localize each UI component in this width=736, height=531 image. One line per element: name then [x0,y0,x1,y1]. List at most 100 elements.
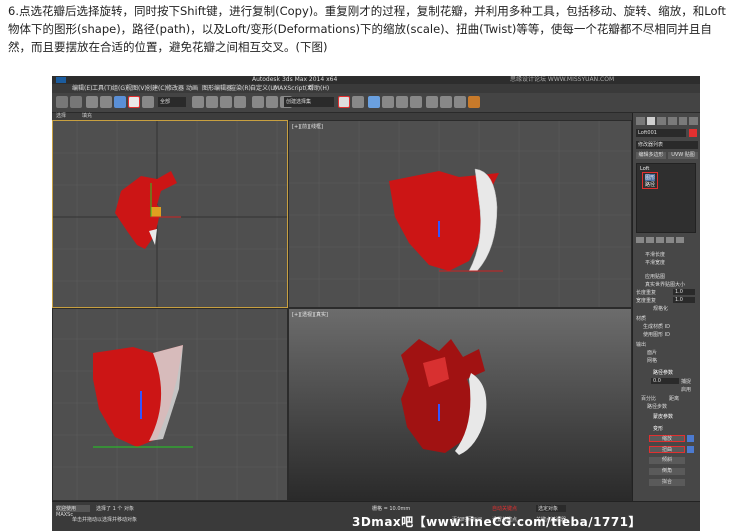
motion-tab-icon[interactable] [668,117,677,125]
label-distance[interactable]: 距离 [669,395,679,402]
menu-item-graph-editors[interactable]: 图形编辑器 [202,84,232,93]
align-icon[interactable] [352,96,364,108]
maxscript-mini-listener[interactable]: 欢迎使用 MAXSc [56,505,90,518]
render-icon[interactable] [468,96,480,108]
scale-toggle-icon[interactable] [687,435,694,442]
label-enable[interactable]: 启用 [681,386,691,393]
label-path-steps[interactable]: 路径步数 [647,403,667,410]
path-value-field[interactable]: 0.0 [651,378,679,384]
width-repeat-field[interactable]: 1.0 [673,297,695,303]
subtoolbar-select[interactable]: 选择 [56,113,66,120]
title-bar: Autodesk 3ds Max 2014 x64 思缘设计论坛 WWW.MIS… [52,76,700,84]
label-real-world-map[interactable]: 真实世界贴图大小 [645,281,685,288]
label-apply-mapping[interactable]: 应用贴图 [645,273,665,280]
label-length-repeat: 长度重复 [636,290,657,296]
mirror-icon[interactable] [338,96,350,108]
angle-snap-icon[interactable] [266,96,278,108]
select-rotate-icon[interactable] [128,96,140,108]
status-selected-count: 选择了 1 个 对象 [96,506,134,512]
display-tab-icon[interactable] [678,117,688,125]
material-editor-icon[interactable] [426,96,438,108]
label-width-repeat: 宽度重复 [636,298,657,304]
graphite-icon[interactable] [382,96,394,108]
viewport-top-canvas [53,121,287,307]
make-unique-icon[interactable] [656,237,664,243]
configure-sets-icon[interactable] [676,237,684,243]
menu-item-rendering[interactable]: 渲染(R) [230,84,251,93]
rollout-skin-params[interactable]: 蒙皮参数 [653,413,673,420]
label-snap[interactable]: 捕捉 [681,378,691,385]
selected-object-dropdown[interactable]: 选定对象 [536,505,566,512]
undo-icon[interactable] [56,96,68,108]
window-crossing-icon[interactable] [234,96,246,108]
deform-bevel-button[interactable]: 倒角 [649,468,685,475]
viewport-front-canvas [289,121,631,307]
label-percentage[interactable]: 百分比 [641,395,656,402]
subtoolbar-fill[interactable]: 填充 [82,113,92,120]
label-output: 输出 [636,342,647,348]
redo-icon[interactable] [70,96,82,108]
edit-poly-button[interactable]: 编辑多边形 [636,152,666,159]
uvw-map-button[interactable]: UVW 贴图 [668,152,698,159]
rect-select-icon[interactable] [220,96,232,108]
select-scale-icon[interactable] [142,96,154,108]
modifier-list-dropdown[interactable]: 修改器列表 [636,141,698,149]
layer-manager-icon[interactable] [368,96,380,108]
label-normalize[interactable]: 规格化 [653,305,668,312]
viewport-perspective-canvas [401,339,487,455]
twist-toggle-icon[interactable] [687,446,694,453]
length-repeat-field[interactable]: 1.0 [673,289,695,295]
select-move-icon[interactable] [114,96,126,108]
modify-tab-icon[interactable] [646,117,656,125]
deform-twist-button[interactable]: 扭曲 [649,446,685,453]
object-name-field[interactable]: Loft001 [636,129,686,137]
object-color-swatch[interactable] [689,129,697,137]
unlink-icon[interactable] [100,96,112,108]
label-use-shape-id[interactable]: 使用图形 ID [643,331,670,338]
pin-stack-icon[interactable] [636,237,644,243]
deform-teeter-button[interactable]: 倾斜 [649,457,685,464]
menu-bar: 编辑(E) 工具(T) 组(G) 视图(V) 创建(C) 修改器 动画 图形编辑… [52,84,700,93]
label-gen-material-id[interactable]: 生成材质 ID [643,323,670,330]
select-by-name-icon[interactable] [206,96,218,108]
snap-toggle-icon[interactable] [252,96,264,108]
utilities-tab-icon[interactable] [689,117,699,125]
deform-scale-button[interactable]: 缩放 [649,435,685,442]
select-object-icon[interactable] [192,96,204,108]
label-patch[interactable]: 面片 [647,349,657,356]
main-toolbar: 全部 创建选择集 [52,93,700,113]
create-tab-icon[interactable] [636,117,645,125]
selection-filter-dropdown[interactable]: 全部 [158,97,186,107]
stack-highlight-box [642,172,658,189]
show-end-result-icon[interactable] [646,237,654,243]
menu-item-tools[interactable]: 工具(T) [92,84,112,93]
hierarchy-tab-icon[interactable] [657,117,667,125]
remove-modifier-icon[interactable] [666,237,674,243]
schematic-view-icon[interactable] [410,96,422,108]
label-materials: 材质 [636,316,647,322]
curve-editor-icon[interactable] [396,96,408,108]
modifier-stack[interactable]: Loft 图形 路径 [636,163,696,233]
link-icon[interactable] [86,96,98,108]
status-prompt: 单击并拖动以选择并移动对象 [72,517,138,523]
menu-item-edit[interactable]: 编辑(E) [72,84,92,93]
rollout-path-params[interactable]: 路径参数 [653,369,673,376]
rendered-frame-icon[interactable] [454,96,466,108]
viewport-perspective[interactable]: [+][透视][真实] [288,308,632,501]
menu-item-animation[interactable]: 动画 [186,84,198,93]
viewport-label-front: [+][前][线框] [292,124,323,130]
viewport-left[interactable] [52,308,288,501]
rollout-deformations[interactable]: 变形 [653,425,663,432]
viewport-top[interactable] [52,120,288,308]
label-mesh[interactable]: 网格 [647,357,657,364]
menu-item-help[interactable]: 帮助(H) [308,84,329,93]
render-setup-icon[interactable] [440,96,452,108]
named-selection-dropdown[interactable]: 创建选择集 [284,97,334,107]
menu-item-create[interactable]: 创建(C) [146,84,167,93]
auto-key-button[interactable]: 自动关键点 [492,505,517,512]
menu-item-modifiers[interactable]: 修改器 [166,84,184,93]
deform-fit-button[interactable]: 拟合 [649,479,685,486]
viewport-front[interactable]: [+][前][线框] [288,120,632,308]
label-smooth-length: 平滑长度 [645,252,666,258]
menu-item-views[interactable]: 视图(V) [126,84,147,93]
